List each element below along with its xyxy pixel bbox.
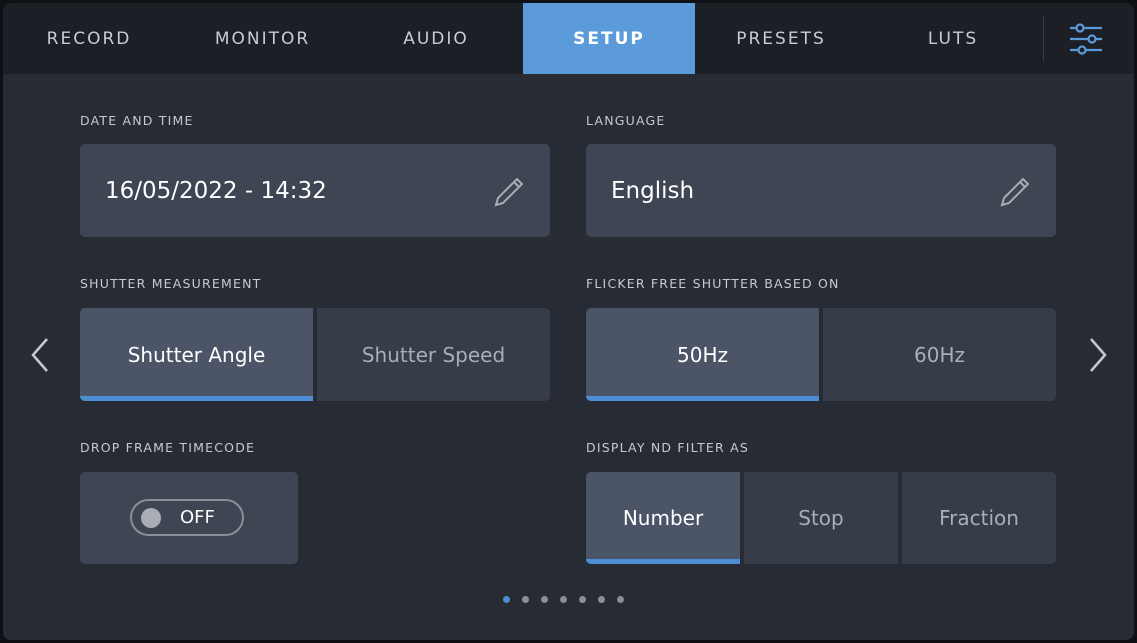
- sliders-icon[interactable]: [1068, 23, 1104, 55]
- fraction-option[interactable]: Fraction: [902, 472, 1056, 564]
- tab-presets[interactable]: PRESETS: [695, 3, 867, 74]
- tab-divider: [1043, 17, 1044, 61]
- toggle-knob: [141, 508, 161, 528]
- page-dot[interactable]: [541, 596, 548, 603]
- drop-frame-label: DROP FRAME TIMECODE: [80, 440, 256, 455]
- language-field[interactable]: English: [586, 144, 1056, 237]
- pencil-icon[interactable]: [994, 171, 1034, 211]
- page-dot[interactable]: [503, 596, 510, 603]
- shutter-measurement-selector: Shutter Angle Shutter Speed: [80, 308, 550, 401]
- flicker-free-selector: 50Hz 60Hz: [586, 308, 1056, 401]
- page-dot[interactable]: [579, 596, 586, 603]
- language-label: LANGUAGE: [586, 113, 666, 128]
- page-indicator: [503, 596, 624, 603]
- shutter-angle-option[interactable]: Shutter Angle: [80, 308, 313, 401]
- toggle-state: OFF: [180, 507, 215, 528]
- date-time-label: DATE AND TIME: [80, 113, 194, 128]
- date-time-value: 16/05/2022 - 14:32: [105, 177, 327, 204]
- page-dot[interactable]: [560, 596, 567, 603]
- nd-filter-selector: Number Stop Fraction: [586, 472, 1056, 564]
- tab-monitor[interactable]: MONITOR: [175, 3, 350, 74]
- chevron-right-icon[interactable]: [1083, 333, 1113, 377]
- number-option[interactable]: Number: [586, 472, 740, 564]
- drop-frame-toggle[interactable]: OFF: [130, 499, 244, 536]
- drop-frame-card: OFF: [80, 472, 298, 564]
- shutter-speed-option[interactable]: Shutter Speed: [317, 308, 550, 401]
- tab-bar: RECORD MONITOR AUDIO SETUP PRESETS LUTS: [3, 3, 1134, 74]
- language-value: English: [611, 177, 695, 204]
- flicker-free-label: FLICKER FREE SHUTTER BASED ON: [586, 276, 840, 291]
- tab-setup[interactable]: SETUP: [523, 3, 695, 74]
- page-dot[interactable]: [598, 596, 605, 603]
- pencil-icon[interactable]: [488, 171, 528, 211]
- setup-screen: RECORD MONITOR AUDIO SETUP PRESETS LUTS …: [3, 3, 1134, 640]
- nd-filter-label: DISPLAY ND FILTER AS: [586, 440, 749, 455]
- 60hz-option[interactable]: 60Hz: [823, 308, 1056, 401]
- date-time-field[interactable]: 16/05/2022 - 14:32: [80, 144, 550, 237]
- tab-audio[interactable]: AUDIO: [350, 3, 522, 74]
- page-dot[interactable]: [522, 596, 529, 603]
- page-dot[interactable]: [617, 596, 624, 603]
- tab-luts[interactable]: LUTS: [867, 3, 1039, 74]
- tab-record[interactable]: RECORD: [3, 3, 175, 74]
- stop-option[interactable]: Stop: [744, 472, 898, 564]
- shutter-measurement-label: SHUTTER MEASUREMENT: [80, 276, 262, 291]
- chevron-left-icon[interactable]: [25, 333, 55, 377]
- 50hz-option[interactable]: 50Hz: [586, 308, 819, 401]
